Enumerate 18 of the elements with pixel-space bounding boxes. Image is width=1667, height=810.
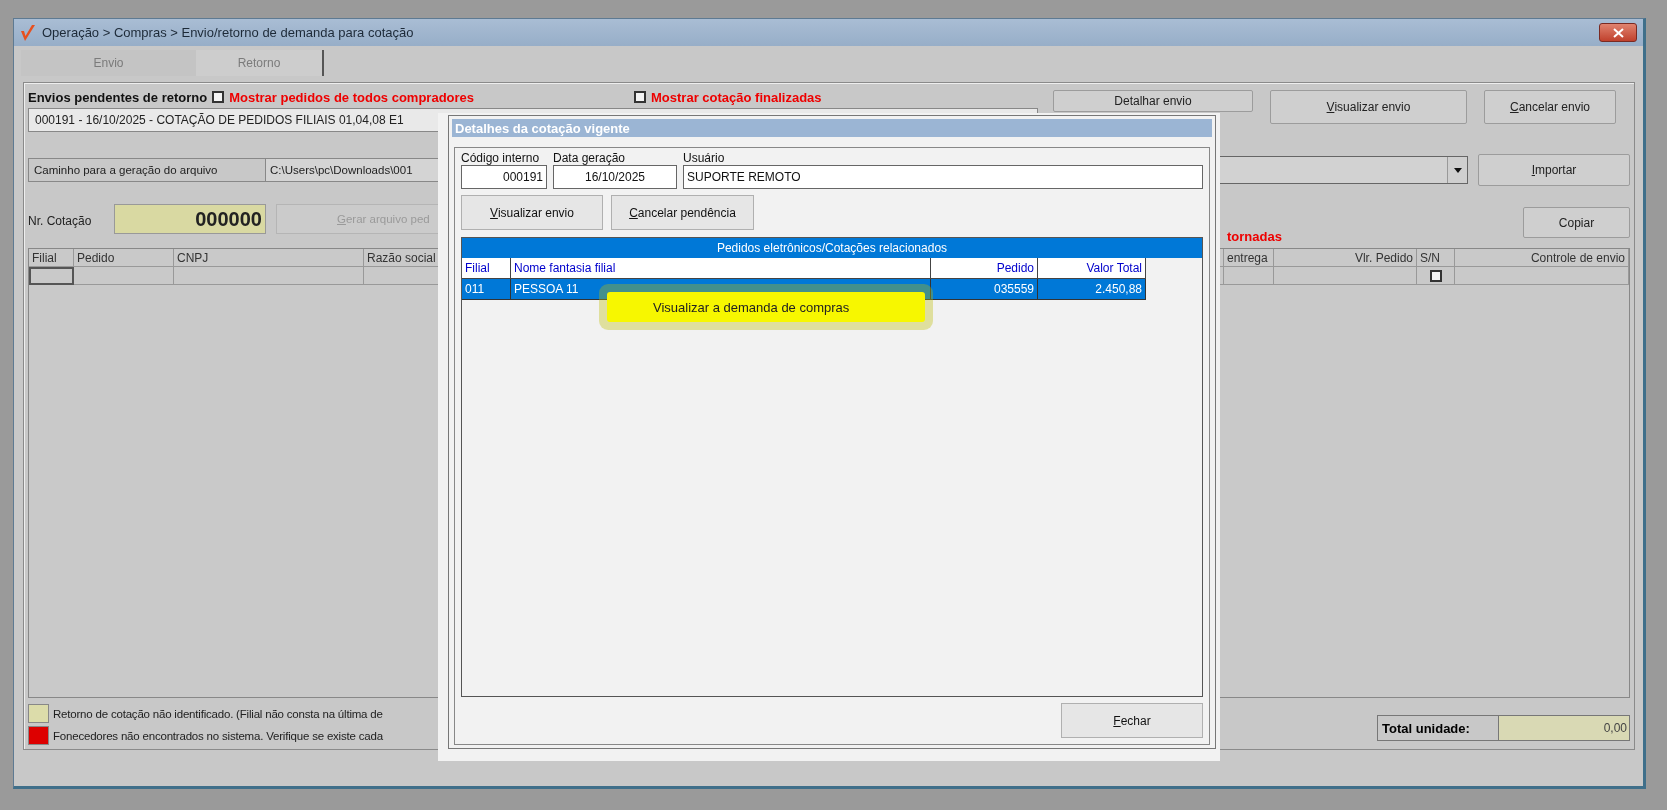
table-cell: 2.450,88 — [1038, 279, 1146, 300]
table-cell: 011 — [462, 279, 511, 300]
field-label: Código interno — [461, 151, 541, 165]
dialog-title: Detalhes da cotação vigente — [455, 120, 630, 136]
legend-text: Fonecedores não encontrados no sistema. Verifique se existe cada — [53, 729, 383, 742]
field-label: Usuário — [683, 151, 726, 165]
checkbox-label: Mostrar cotação finalizadas — [651, 89, 822, 105]
checkbox-label: Mostrar pedidos de todos compradores — [229, 89, 475, 105]
path-label: Caminho para a geração do arquivo — [28, 158, 266, 182]
table-caption: Pedidos eletrônicos/Cotações relacionados — [462, 238, 1202, 258]
quote-number-label: Nr. Cotação — [28, 214, 93, 228]
table-cell: 035559 — [931, 279, 1038, 300]
window-title: Operação > Compras > Envio/retorno de demanda para cotação — [42, 25, 414, 40]
warning-label: tornadas — [1227, 229, 1282, 244]
field-label: Data geração — [553, 151, 627, 165]
tooltip: Visualizar a demanda de compras — [607, 292, 925, 322]
section-heading: Envios pendentes de retorno — [28, 89, 208, 105]
legend-text: Retorno de cotação não identificado. (Filial não consta na última de — [53, 707, 383, 720]
